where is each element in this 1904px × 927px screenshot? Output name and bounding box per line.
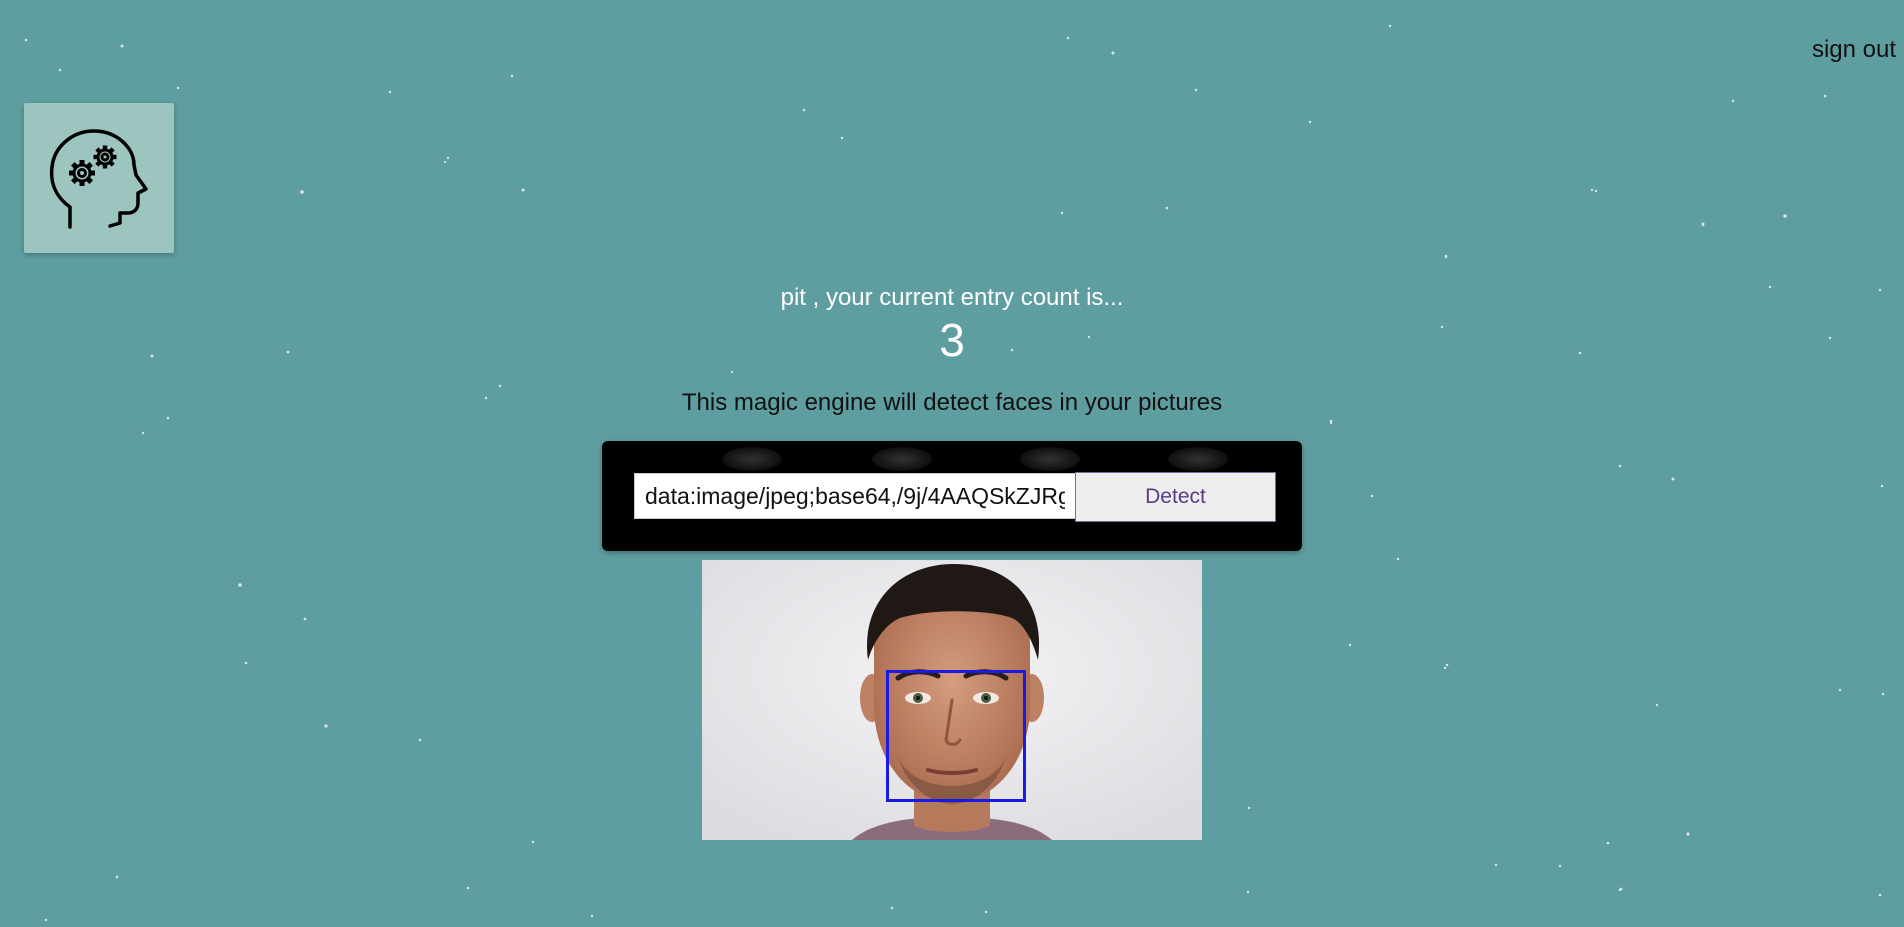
- brain-gears-icon: [49, 129, 148, 229]
- image-url-form: Detect: [602, 441, 1302, 551]
- detect-button[interactable]: Detect: [1075, 472, 1276, 522]
- form-glow-decoration: [1168, 447, 1228, 471]
- face-result: [702, 560, 1202, 840]
- form-glow-decoration: [1020, 447, 1080, 471]
- form-glow-decoration: [872, 447, 932, 471]
- logo[interactable]: [24, 103, 174, 253]
- face-bounding-box: [886, 670, 1026, 802]
- entry-count-value: 3: [939, 314, 965, 366]
- image-url-input[interactable]: [634, 473, 1076, 519]
- form-glow-decoration: [722, 447, 782, 471]
- entry-count-message: pit , your current entry count is...: [780, 284, 1124, 311]
- description-text: This magic engine will detect faces in y…: [681, 389, 1223, 416]
- sign-out-link[interactable]: sign out: [1812, 36, 1896, 64]
